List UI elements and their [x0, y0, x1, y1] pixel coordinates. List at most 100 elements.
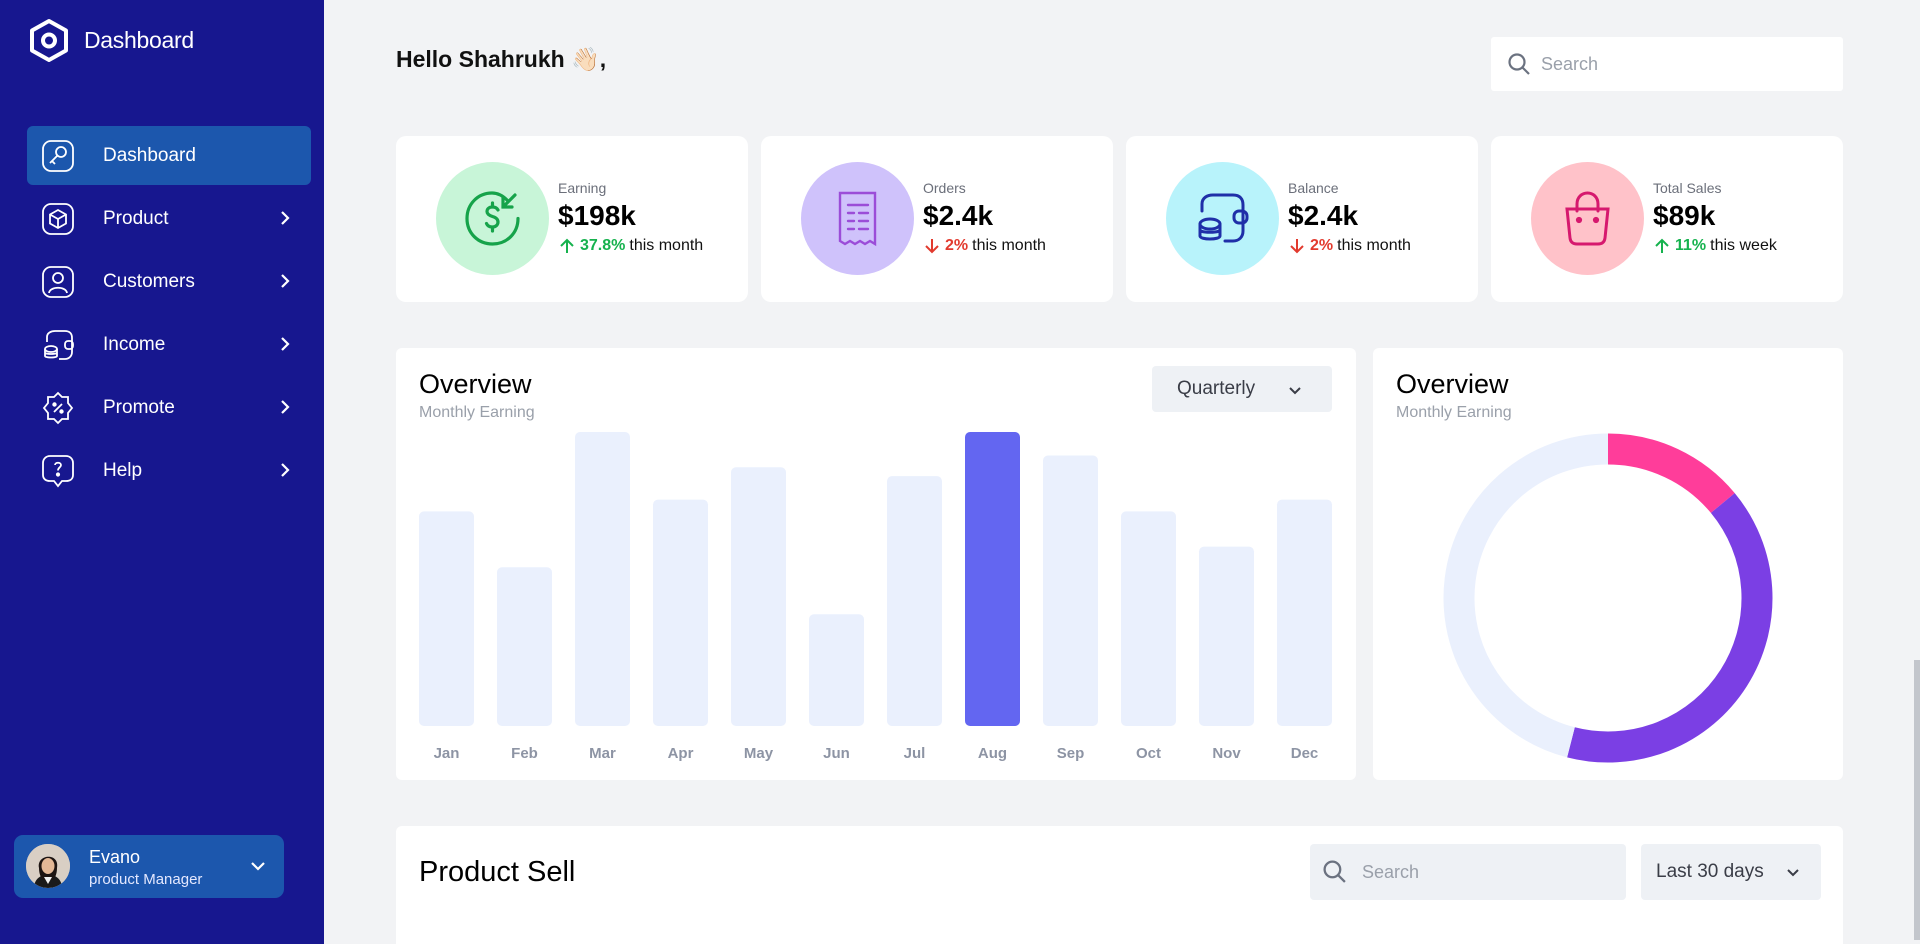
dollar-refresh-icon — [465, 191, 520, 246]
donut-slice-2[interactable] — [1567, 493, 1773, 763]
stat-delta: 11% this week — [1653, 237, 1777, 255]
stat-delta-value: 11% — [1675, 237, 1707, 254]
arrow-down-icon — [925, 239, 939, 254]
dropdown-value: Last 30 days — [1656, 861, 1764, 882]
chevron-down-icon[interactable] — [248, 856, 268, 876]
sidebar-item-label: Customers — [103, 270, 195, 292]
bar-jul[interactable] — [887, 476, 942, 726]
overview-bar-panel: Overview Monthly Earning Quarterly Jan Fe… — [396, 348, 1356, 780]
sidebar-item-label: Help — [103, 459, 143, 481]
arrow-down-icon — [1290, 239, 1304, 254]
bar-oct[interactable] — [1121, 511, 1176, 726]
help-message-icon — [42, 455, 74, 488]
chevron-right-icon — [281, 274, 290, 288]
avatar — [26, 844, 70, 888]
stat-card-total-sales: Total Sales $89k 11% this week — [1491, 136, 1843, 302]
bar-may[interactable] — [731, 467, 786, 726]
sidebar-item-customers[interactable]: Customers — [27, 252, 311, 311]
bar-sep[interactable] — [1043, 455, 1098, 726]
x-tick-label: Jul — [904, 745, 926, 762]
date-range-dropdown[interactable]: Last 30 days — [1641, 844, 1821, 900]
x-tick-label: Sep — [1057, 745, 1085, 762]
chevron-right-icon — [281, 400, 290, 414]
shopping-bag-icon — [1565, 191, 1610, 246]
stat-icon-circle — [436, 162, 549, 275]
x-tick-label: Dec — [1291, 745, 1319, 762]
stat-value: $198k — [558, 200, 636, 231]
bar-feb[interactable] — [497, 567, 552, 726]
sidebar-item-label: Dashboard — [103, 144, 196, 166]
stat-value: $89k — [1653, 200, 1716, 231]
x-tick-label: Jun — [823, 745, 850, 762]
stat-delta: 2% this month — [923, 237, 1046, 255]
x-tick-label: Apr — [668, 745, 694, 762]
sidebar-item-help[interactable]: Help — [27, 441, 311, 500]
brand-name: Dashboard — [84, 27, 194, 53]
bar-jan[interactable] — [419, 511, 474, 726]
overview-donut-panel: Overview Monthly Earning — [1373, 348, 1843, 780]
sidebar-nav: Dashboard Product Customers Income Promo… — [27, 126, 311, 504]
stat-icon-circle — [801, 162, 914, 275]
stat-delta-value: 2% — [945, 237, 969, 254]
sidebar-item-income[interactable]: Income — [27, 315, 311, 374]
sidebar-item-label: Income — [103, 333, 166, 355]
search-placeholder: Search — [1541, 54, 1599, 74]
bar-mar[interactable] — [575, 432, 630, 726]
arrow-up-icon — [1655, 238, 1669, 253]
scrollbar-thumb[interactable] — [1914, 660, 1920, 940]
user-profile[interactable]: Evano product Manager — [14, 835, 284, 898]
stat-value: $2.4k — [923, 200, 994, 231]
stat-period: this week — [1710, 237, 1777, 254]
stat-period: this month — [629, 237, 704, 254]
stat-value: $2.4k — [1288, 200, 1359, 231]
sidebar-item-promote[interactable]: Promote — [27, 378, 311, 437]
bar-nov[interactable] — [1199, 546, 1254, 726]
stat-title: Earning — [558, 180, 607, 196]
search-icon — [1508, 53, 1530, 75]
donut-slice-1[interactable] — [1607, 433, 1735, 514]
stat-delta: 2% this month — [1288, 237, 1411, 255]
brand[interactable]: Dashboard — [28, 18, 194, 63]
stat-title: Balance — [1288, 180, 1339, 196]
sidebar-item-label: Promote — [103, 396, 175, 418]
bar-chart: Jan Feb Mar Apr May Jun Jul Aug Sep Oct Nov Dec — [419, 432, 1332, 762]
bar-jun[interactable] — [809, 614, 864, 726]
sidebar-item-product[interactable]: Product — [27, 189, 311, 248]
x-tick-label: Feb — [511, 745, 538, 762]
sidebar-item-label: Product — [103, 207, 169, 229]
stat-title: Total Sales — [1653, 180, 1722, 196]
stat-delta-value: 2% — [1310, 237, 1334, 254]
product-search-input[interactable]: Search — [1310, 844, 1626, 900]
hexagon-logo-icon — [30, 19, 68, 62]
stat-period: this month — [972, 237, 1046, 254]
chevron-right-icon — [281, 337, 290, 351]
stat-period: this month — [1337, 237, 1411, 254]
profile-name: Evano — [89, 847, 141, 867]
sidebar: Dashboard Dashboard Product Customers In… — [0, 0, 324, 944]
page-scrollbar[interactable] — [1914, 0, 1920, 944]
sidebar-item-dashboard[interactable]: Dashboard — [27, 126, 311, 185]
x-tick-label: Nov — [1212, 745, 1241, 762]
chevron-down-icon — [1787, 869, 1799, 877]
x-tick-label: Jan — [434, 745, 460, 762]
stat-icon-circle — [1166, 162, 1279, 275]
stat-card-orders: Orders $2.4k 2% this month — [761, 136, 1113, 302]
x-tick-label: Aug — [978, 745, 1007, 762]
receipt-icon — [838, 191, 877, 247]
stat-icon-circle — [1531, 162, 1644, 275]
stat-title: Orders — [923, 180, 966, 196]
x-tick-label: Oct — [1136, 745, 1161, 762]
section-title: Product Sell — [419, 856, 576, 888]
chevron-right-icon — [281, 463, 290, 477]
key-icon — [42, 140, 74, 172]
search-icon — [1323, 860, 1346, 883]
profile-role: product Manager — [89, 871, 203, 888]
bar-apr[interactable] — [653, 499, 708, 726]
x-tick-label: Mar — [589, 745, 616, 762]
search-input[interactable]: Search — [1491, 37, 1843, 91]
donut-slice-3[interactable] — [1443, 433, 1609, 758]
wallet-coins-icon — [1198, 193, 1249, 243]
user-square-icon — [42, 266, 74, 298]
bar-dec[interactable] — [1277, 499, 1332, 726]
bar-aug[interactable] — [965, 432, 1020, 726]
